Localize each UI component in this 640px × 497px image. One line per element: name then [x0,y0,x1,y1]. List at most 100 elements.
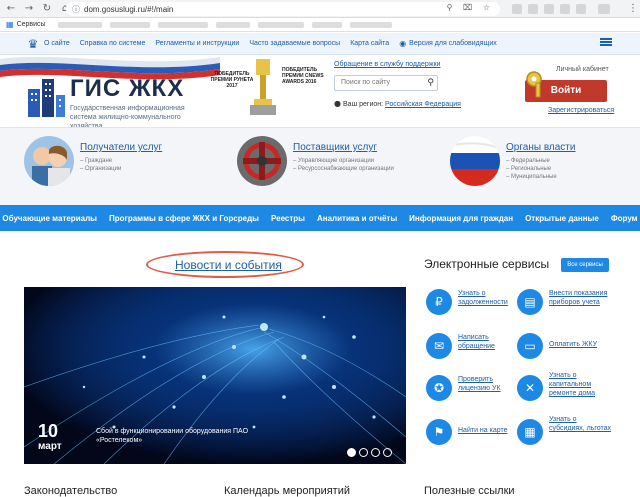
news-heading[interactable]: Новости и события [175,258,282,272]
back-arrow-icon[interactable]: ← [4,2,18,16]
extension-icon[interactable] [576,4,586,14]
extension-icon[interactable] [560,4,570,14]
nav-item[interactable]: Обучающие материалы [2,214,97,223]
top-link[interactable]: Справка по системе [80,40,146,47]
award-trophy-icon [250,59,276,115]
nav-item[interactable]: Открытые данные [525,214,599,223]
category-subitem[interactable]: – Управляющие организации [293,158,374,164]
bookmark-apps-label[interactable]: Сервисы [17,21,46,28]
region-link[interactable]: Российская Федерация [385,101,461,108]
service-label[interactable]: Узнать о капитальном ремонте дома [549,371,613,398]
providers-photo [237,136,287,186]
all-services-button[interactable]: Все сервисы [561,258,609,272]
bookmark-item[interactable] [349,21,392,28]
address-bar[interactable]: ⓘ dom.gosuslugi.ru/#!/main ⚲ ⌧ ☆ [66,2,500,16]
service-meters[interactable]: ▤ Внести показания приборов учета [517,287,617,317]
service-license[interactable]: ✪ Проверить лицензию УК [426,373,526,403]
category-subitem[interactable]: – Муниципальные [506,174,557,180]
top-link[interactable]: О сайте [44,40,70,47]
site-header: ГИС ЖКХ Государственная информационная с… [0,55,640,130]
reload-icon[interactable]: ↻ [40,2,54,16]
news-text[interactable]: Сбой в функционировании оборудования ПАО… [96,427,296,445]
omnibox-actions-icon[interactable]: ⚲ ⌧ ☆ [447,3,494,12]
ruble-icon: ₽ [426,289,452,315]
nav-item[interactable]: Информация для граждан [409,214,513,223]
category-subitem[interactable]: – Организации [80,166,121,172]
service-subsidies[interactable]: ▦ Узнать о субсидиях, льготах [517,415,617,447]
category-subitem[interactable]: – Ресурсоснабжающие организации [293,166,394,172]
news-slide[interactable]: 10 март Сбой в функционировании оборудов… [24,287,406,464]
slider-dot[interactable] [371,448,380,457]
top-link[interactable]: Карта сайта [350,40,389,47]
browser-toolbar: ← → ↻ ⌂ ⓘ dom.gosuslugi.ru/#!/main ⚲ ⌧ ☆… [0,0,640,18]
service-label[interactable]: Узнать о задолженности [458,289,522,307]
menu-dots-icon[interactable]: ⋮ [626,2,640,16]
service-appeal[interactable]: ✉ Написать обращение [426,331,526,361]
bookmark-item[interactable] [215,21,250,28]
bookmark-item[interactable] [57,21,102,28]
category-title[interactable]: Органы власти [506,142,575,153]
logo-title[interactable]: ГИС ЖКХ [70,75,184,103]
award-cnews: ПОБЕДИТЕЛЬ ПРЕМИИ CNEWS AWARDS 2016 [282,67,324,85]
category-subitem[interactable]: – Граждане [80,158,112,164]
bookmark-item[interactable] [157,21,208,28]
nav-item[interactable]: Аналитика и отчёты [317,214,397,223]
nav-item[interactable]: Форум [611,214,638,223]
section-heading[interactable]: Календарь мероприятий [224,485,350,497]
bookmark-item[interactable] [311,21,342,28]
hamburger-menu-icon[interactable] [600,38,612,46]
category-subitem[interactable]: – Федеральные [506,158,550,164]
extension-icon[interactable] [544,4,554,14]
service-repair[interactable]: ✕ Узнать о капитальном ремонте дома [517,371,617,403]
category-subitem[interactable]: – Региональные [506,166,551,172]
info-icon[interactable]: ⓘ [72,4,80,15]
eye-icon[interactable]: ◉ [399,39,406,48]
service-label[interactable]: Написать обращение [458,333,522,351]
search-icon[interactable]: ⚲ [427,76,434,90]
search-input[interactable]: Поиск по сайту ⚲ [334,75,438,91]
register-link[interactable]: Зарегистрироваться [548,107,614,114]
news-month: март [38,441,62,452]
extension-icon[interactable] [512,4,522,14]
service-pay[interactable]: ▭ Оплатить ЖКУ [517,331,617,361]
service-label[interactable]: Проверить лицензию УК [458,375,522,393]
section-heading[interactable]: Полезные ссылки [424,485,515,497]
tools-icon: ✕ [517,375,543,401]
meter-icon: ▤ [517,289,543,315]
top-link[interactable]: Регламенты и инструкции [155,40,239,47]
region-label: Ваш регион: [342,101,384,108]
services-title: Электронные сервисы [424,257,550,271]
apps-grid-icon[interactable]: ▦ [6,20,14,29]
service-label[interactable]: Найти на карте [458,426,522,435]
slider-dot[interactable] [383,448,392,457]
top-link[interactable]: Часто задаваемые вопросы [249,40,340,47]
main-content: Новости и события 10 март Сбой в функцио… [0,231,640,497]
nav-item[interactable]: Программы в сфере ЖКХ и Горсреды [109,214,259,223]
profile-icon[interactable] [598,4,610,14]
top-links-bar: ♛ О сайте Справка по системе Регламенты … [0,33,640,55]
address-url: dom.gosuslugi.ru/#!/main [84,4,174,14]
service-map[interactable]: ⚑ Найти на карте [426,417,526,447]
forward-arrow-icon[interactable]: → [22,2,36,16]
category-title[interactable]: Поставщики услуг [293,142,377,153]
service-label[interactable]: Внести показания приборов учета [549,289,613,307]
recipients-photo [24,136,74,186]
service-label[interactable]: Оплатить ЖКУ [549,340,613,349]
category-title[interactable]: Получатели услуг [80,142,162,153]
nav-item[interactable]: Реестры [271,214,305,223]
medal-icon: ✪ [426,375,452,401]
bookmark-item[interactable] [109,21,150,28]
slider-dot[interactable] [359,448,368,457]
support-link[interactable]: Обращение в службу поддержки [334,61,440,68]
service-debt[interactable]: ₽ Узнать о задолженности [426,287,526,317]
search-placeholder: Поиск по сайту [341,79,391,86]
section-heading[interactable]: Законодательство [24,485,117,497]
service-label[interactable]: Узнать о субсидиях, льготах [549,415,613,433]
keys-icon [526,71,542,98]
extension-icon[interactable] [528,4,538,14]
slider-dot[interactable] [347,448,356,457]
coat-of-arms-icon: ♛ [27,36,39,51]
bookmark-item[interactable] [257,21,304,28]
accessibility-link[interactable]: Версия для слабовидящих [409,40,497,47]
pin-icon: ⚑ [426,419,452,445]
